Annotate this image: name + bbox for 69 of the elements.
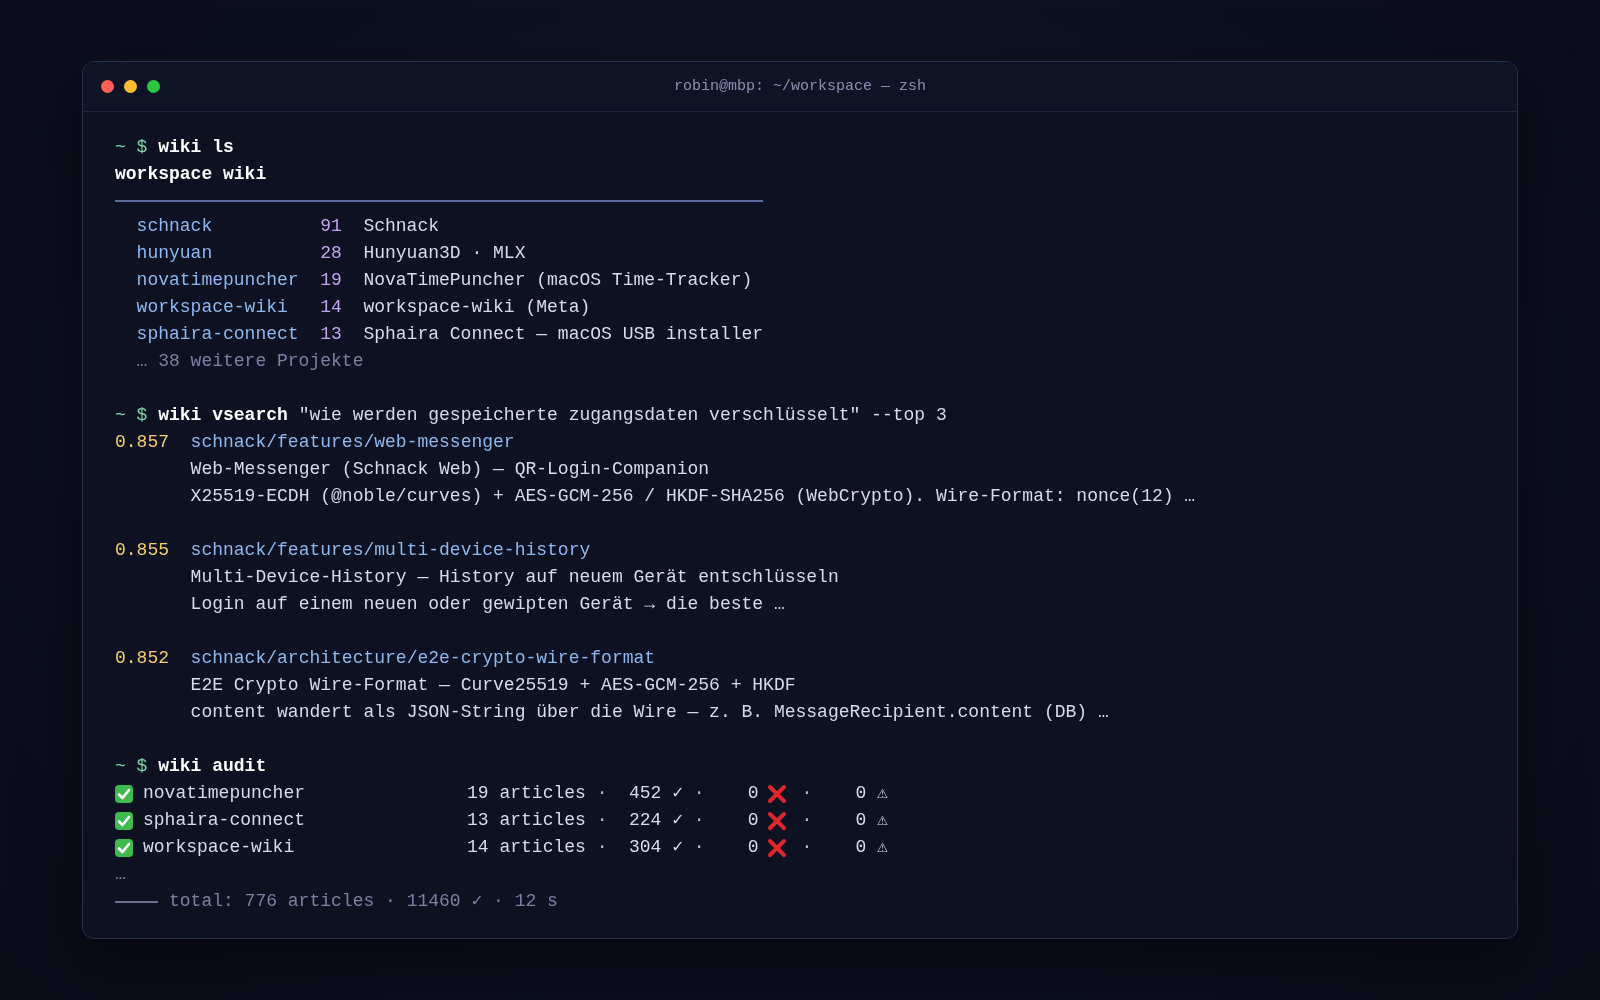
article-count: 13 articles: [467, 809, 586, 832]
project-slug: schnack: [136, 215, 214, 238]
article-count: 14 articles: [467, 836, 586, 859]
project-title: Schnack: [363, 215, 440, 238]
article-count: 28: [320, 242, 342, 265]
project-name: novatimepuncher: [143, 782, 307, 805]
result-path: schnack/features/multi-device-history: [190, 539, 591, 562]
project-title: NovaTimePuncher (macOS Time-Tracker): [363, 269, 753, 292]
error-count: 0: [746, 782, 759, 805]
separator-dot: ·: [692, 782, 706, 805]
article-count: 19: [320, 269, 342, 292]
prompt: ~ $: [115, 755, 148, 778]
cross-icon: [766, 810, 787, 831]
project-title: Hunyuan3D · MLX: [363, 242, 526, 265]
total-summary: total: 776 articles · 11460 ✓ · 12 s: [169, 890, 558, 913]
separator-dot: ·: [692, 809, 706, 832]
project-name: sphaira-connect: [143, 809, 307, 832]
separator-dot: ·: [595, 836, 609, 859]
passed-count: 224 ✓: [628, 809, 684, 832]
zoom-button[interactable]: [147, 80, 160, 93]
command: wiki vsearch: [158, 404, 288, 427]
minimize-button[interactable]: [124, 80, 137, 93]
passed-count: 304 ✓: [628, 836, 684, 859]
project-title: Sphaira Connect — macOS USB installer: [363, 323, 764, 346]
separator-dot: ·: [595, 809, 609, 832]
separator-dot: ·: [800, 809, 814, 832]
error-count: 0: [746, 809, 759, 832]
command: wiki audit: [158, 755, 267, 778]
match-score: 0.855: [115, 539, 170, 562]
separator-dot: ·: [595, 782, 609, 805]
warning-count: 0 ⚠: [854, 782, 888, 805]
match-score: 0.852: [115, 647, 170, 670]
project-slug: sphaira-connect: [136, 323, 300, 346]
error-count: 0: [746, 836, 759, 859]
article-count: 19 articles: [467, 782, 586, 805]
warning-count: 0 ⚠: [854, 836, 888, 859]
cross-icon: [766, 783, 787, 804]
command-arguments: "wie werden gespeicherte zugangsdaten verschlüsselt" --top 3: [298, 404, 947, 427]
passed-count: 452 ✓: [628, 782, 684, 805]
article-count: 91: [320, 215, 342, 238]
warning-count: 0 ⚠: [854, 809, 888, 832]
project-title: workspace-wiki (Meta): [363, 296, 591, 319]
more-projects-text: … 38 weitere Projekte: [136, 350, 364, 373]
project-name: workspace-wiki: [143, 836, 296, 859]
project-slug: hunyuan: [136, 242, 214, 265]
result-path: schnack/features/web-messenger: [190, 431, 515, 454]
result-snippet: content wandert als JSON-String über die Wire — z. B. MessageRecipient.content (DB) …: [190, 701, 1109, 724]
article-count: 14: [320, 296, 342, 319]
result-title: Web-Messenger (Schnack Web) — QR-Login-Companion: [190, 458, 710, 481]
separator-dot: ·: [800, 782, 814, 805]
result-snippet: X25519-ECDH (@noble/curves) + AES-GCM-256 / HKDF-SHA256 (WebCrypto). Wire-Format: nonce(12) …: [190, 485, 1196, 508]
match-score: 0.857: [115, 431, 170, 454]
project-slug: workspace-wiki: [136, 296, 289, 319]
command: wiki ls: [158, 136, 234, 159]
cross-icon: [766, 837, 787, 858]
separator-dot: ·: [692, 836, 706, 859]
result-path: schnack/architecture/e2e-crypto-wire-format: [190, 647, 656, 670]
prompt: ~ $: [115, 404, 148, 427]
project-slug: novatimepuncher: [136, 269, 300, 292]
article-count: 13: [320, 323, 342, 346]
result-title: E2E Crypto Wire-Format — Curve25519 + AES-GCM-256 + HKDF: [190, 674, 796, 697]
ellipsis-text: …: [115, 863, 126, 886]
window-title: robin@mbp: ~/workspace — zsh: [673, 78, 926, 95]
close-button[interactable]: [101, 80, 114, 93]
result-snippet: Login auf einem neuen oder gewipten Gerät → die beste …: [190, 593, 785, 616]
prompt: ~ $: [115, 136, 148, 159]
result-title: Multi-Device-History — History auf neuem Gerät entschlüsseln: [190, 566, 839, 589]
output-heading: workspace wiki: [115, 163, 267, 186]
separator-dot: ·: [800, 836, 814, 859]
